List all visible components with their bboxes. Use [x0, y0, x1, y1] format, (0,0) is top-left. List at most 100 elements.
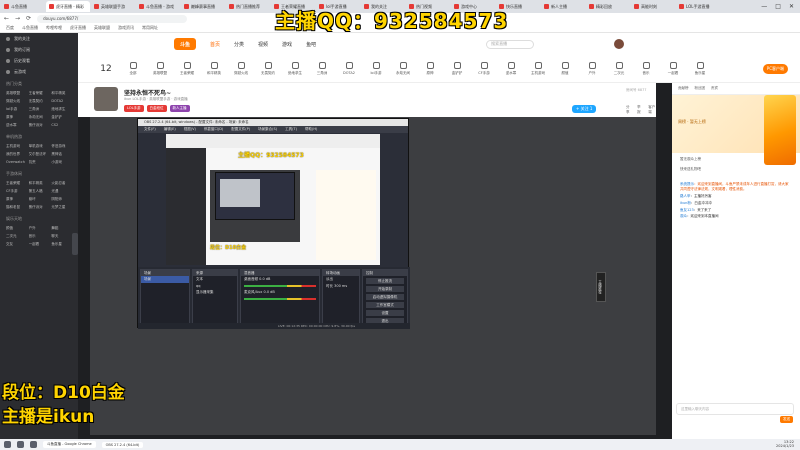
sidebar-tag[interactable]: 蛋仔派对: [29, 123, 50, 128]
back-icon[interactable]: ←: [4, 15, 9, 22]
sidebar-tag[interactable]: 原神: [6, 115, 27, 120]
sidebar-tag[interactable]: 英雄联盟: [6, 91, 27, 96]
sidebar-tag[interactable]: DOTA2: [51, 99, 72, 104]
sidebar-tag[interactable]: 舞蹈: [51, 226, 72, 231]
obs-menu-item[interactable]: 帮助(H): [305, 127, 317, 132]
sidebar-item[interactable]: 历史观看: [0, 55, 78, 66]
obs-menu-item[interactable]: 场景集合(S): [258, 127, 277, 132]
sidebar-tag[interactable]: 王者荣耀: [29, 91, 50, 96]
maximize-icon[interactable]: □: [775, 3, 781, 10]
promo-banner[interactable]: 周榜 · 暂无上榜: [672, 95, 800, 165]
category-item[interactable]: 和平精英: [202, 61, 226, 76]
obs-control-button[interactable]: 停止推流: [366, 278, 404, 284]
category-item[interactable]: 一起看: [661, 61, 685, 76]
sidebar-tag[interactable]: 火影忍者: [51, 181, 72, 186]
room-action-button[interactable]: 举报: [637, 105, 642, 115]
sidebar-tag[interactable]: 二次元: [6, 234, 27, 239]
chat-user[interactable]: 鱼友123: [680, 208, 694, 212]
header-nav-item[interactable]: 游戏: [282, 41, 292, 48]
obs-menu-item[interactable]: 工具(T): [285, 127, 297, 132]
obs-menu-item[interactable]: 视图(V): [184, 127, 196, 132]
room-action-button[interactable]: 客户端: [648, 105, 656, 115]
sidebar-tag[interactable]: 音乐: [29, 234, 50, 239]
bookmark-item[interactable]: 虎牙直播: [70, 25, 86, 31]
minimize-icon[interactable]: —: [761, 3, 767, 10]
sidebar-item[interactable]: 我的关注: [0, 33, 78, 44]
sidebar-tag[interactable]: 金铲铲: [51, 115, 72, 120]
browser-tab[interactable]: 高能时刻: [631, 1, 675, 12]
sidebar-tag[interactable]: 元梦之星: [51, 205, 72, 210]
sidebar-tag[interactable]: lol手游: [6, 107, 27, 112]
file-explorer-icon[interactable]: [30, 441, 37, 448]
sidebar-collapse-handle[interactable]: [72, 233, 78, 255]
sidebar-tag[interactable]: 单机游戏: [29, 144, 50, 149]
follow-button[interactable]: + 关注 1: [572, 105, 597, 113]
header-nav-item[interactable]: 鱼吧: [306, 41, 316, 48]
category-item[interactable]: 英雄联盟: [148, 61, 172, 76]
sidebar-tag[interactable]: 艾尔登法环: [29, 152, 50, 157]
obs-menu-item[interactable]: 配置文件(P): [231, 127, 250, 132]
browser-tab[interactable]: 英雄联盟手游: [91, 1, 135, 12]
obs-menu-item[interactable]: 编辑(E): [164, 127, 176, 132]
room-tag[interactable]: 白金段位: [146, 105, 167, 112]
chat-user[interactable]: 路人甲: [680, 194, 691, 198]
category-item[interactable]: 主机游戏: [526, 61, 550, 76]
sidebar-tag[interactable]: 怀旧游戏: [51, 144, 72, 149]
rank-tab[interactable]: 粉丝团: [695, 86, 706, 91]
sidebar-tag[interactable]: 王者荣耀: [6, 181, 27, 186]
sidebar-tag[interactable]: 猫和老鼠: [6, 205, 27, 210]
obs-menu-item[interactable]: 停靠窗口(D): [204, 127, 223, 132]
obs-control-button[interactable]: 启动虚拟摄像机: [366, 294, 404, 300]
category-item[interactable]: 逆水寒: [499, 61, 523, 76]
dock-item[interactable]: 显示器采集: [193, 289, 237, 296]
obs-preview[interactable]: 主播QQ：932584573 段位：D10白金: [166, 134, 380, 265]
category-item[interactable]: lol手游: [364, 61, 388, 76]
obs-control-button[interactable]: 工作室模式: [366, 302, 404, 308]
sidebar-tag[interactable]: 颜值: [6, 226, 27, 231]
sidebar-tag[interactable]: 一起看: [29, 242, 50, 247]
obs-control-button[interactable]: 开始录制: [366, 286, 404, 292]
user-avatar[interactable]: [614, 39, 625, 49]
sidebar-tag[interactable]: 主机游戏: [6, 144, 27, 149]
sidebar-tag[interactable]: 聊天: [51, 234, 72, 239]
sidebar-tag[interactable]: 阴阳师: [51, 197, 72, 202]
rank-tab[interactable]: 贵宾: [711, 86, 718, 91]
sidebar-tag[interactable]: 小游戏: [51, 160, 72, 165]
header-nav-item[interactable]: 视频: [258, 41, 268, 48]
chat-user[interactable]: 系统提示: [680, 182, 694, 186]
site-logo[interactable]: 斗鱼: [174, 38, 196, 50]
room-tag[interactable]: 新人主播: [169, 105, 190, 112]
category-item[interactable]: 鱼乐星: [688, 61, 712, 76]
sidebar-tag[interactable]: 原神: [6, 197, 27, 202]
category-item[interactable]: 二次元: [607, 61, 631, 76]
sidebar-item[interactable]: 我的订阅: [0, 44, 78, 55]
category-item[interactable]: 原神: [418, 61, 442, 76]
category-item[interactable]: 王者荣耀: [175, 61, 199, 76]
sidebar-tag[interactable]: 永劫无间: [29, 115, 50, 120]
browser-tab[interactable]: 精彩回放: [586, 1, 630, 12]
sidebar-tag[interactable]: 交友: [6, 242, 27, 247]
dock-item[interactable]: 麦克风/Aux 0.0 dB: [241, 289, 319, 296]
bookmark-item[interactable]: 斗鱼直播: [22, 25, 38, 31]
sidebar-tag[interactable]: CF手游: [6, 189, 27, 194]
browser-tab[interactable]: 斗鱼直播: [1, 1, 45, 12]
sidebar-tag[interactable]: 饥荒: [29, 160, 50, 165]
obs-control-button[interactable]: 设置: [366, 310, 404, 316]
search-input[interactable]: 搜索直播: [486, 39, 535, 49]
category-count[interactable]: 12: [94, 64, 118, 74]
category-item[interactable]: 永劫无间: [391, 61, 415, 76]
chat-input[interactable]: 这里输入聊天内容: [676, 403, 794, 415]
reload-icon[interactable]: ⟳: [26, 15, 31, 22]
sidebar-tag[interactable]: 崩坏: [29, 197, 50, 202]
browser-tab[interactable]: 巅峰赛事直播: [181, 1, 225, 12]
browser-tab[interactable]: 虎牙直播 - 精彩: [46, 1, 90, 12]
room-action-button[interactable]: 分享: [626, 105, 631, 115]
sidebar-tag[interactable]: Overwatch: [6, 160, 27, 165]
category-item[interactable]: 三角洲: [310, 61, 334, 76]
dock-item[interactable]: 场景: [141, 276, 189, 283]
category-item[interactable]: 全部: [121, 61, 145, 76]
forward-icon[interactable]: →: [15, 15, 20, 22]
sidebar-tag[interactable]: 第五人格: [29, 189, 50, 194]
search-icon[interactable]: [17, 441, 24, 448]
dock-item[interactable]: 时长 300 ms: [323, 283, 359, 290]
